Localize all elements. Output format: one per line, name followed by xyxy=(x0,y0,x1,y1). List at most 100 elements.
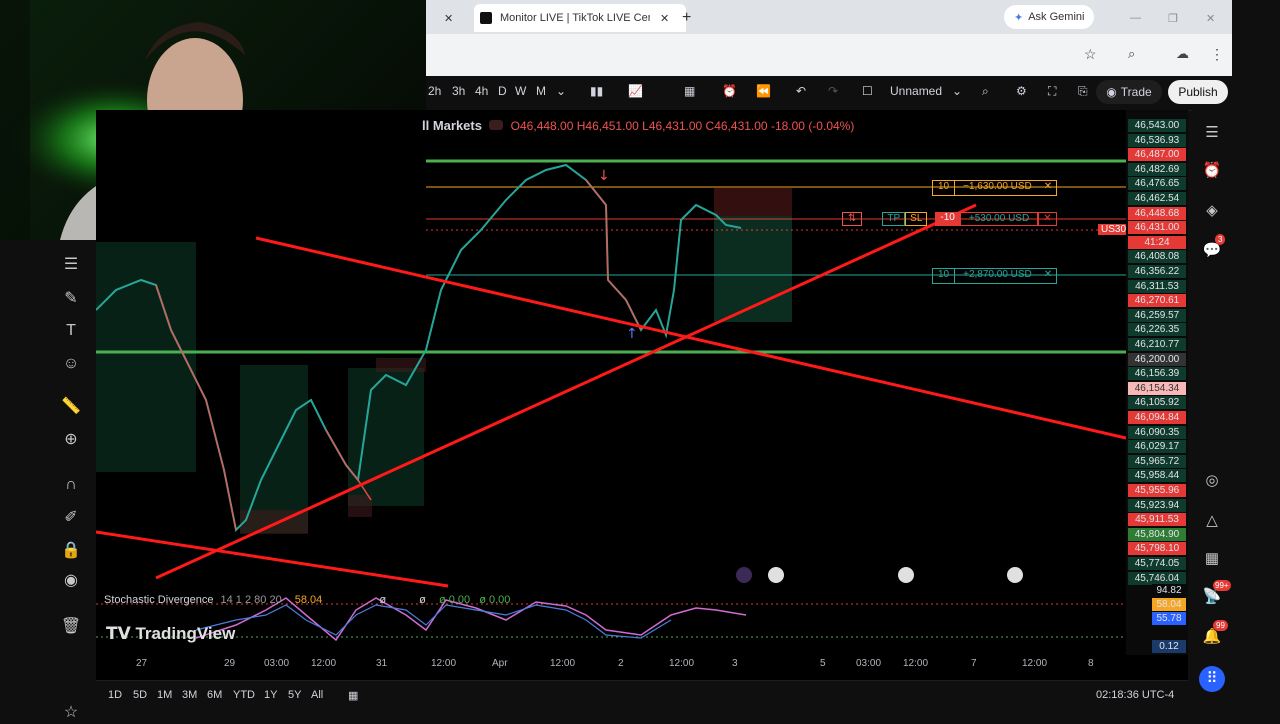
candles-icon[interactable]: ▮▮ xyxy=(590,84,603,98)
trade-button[interactable]: ◉ Trade xyxy=(1096,80,1162,104)
interval-4h[interactable]: 4h xyxy=(475,84,488,98)
search-icon[interactable]: ⌕ xyxy=(982,84,989,99)
layers-icon[interactable]: ◈ xyxy=(1201,200,1223,222)
oscillator-label: 94.82 xyxy=(1152,584,1186,597)
entry-order-label[interactable]: ⇅ TP SL -10 +530.00 USD ✕ xyxy=(842,212,1057,226)
browser-tab-bar: ✕ Monitor LIVE | TikTok LIVE Cent ✕ + ✦ … xyxy=(426,0,1232,34)
price-chart[interactable]: ↓ ↑ ll Markets O46,448.00 H46,451.00 L46… xyxy=(95,110,1188,684)
range-5d[interactable]: 5D xyxy=(133,689,147,701)
stop-pnl: −1,630.00 USD xyxy=(963,181,1032,192)
page-search-icon[interactable]: ⌕ xyxy=(1128,46,1135,62)
indicator-value-3: ø xyxy=(419,594,426,606)
price-label: 46,487.00 xyxy=(1128,148,1186,162)
price-label: 45,798.10 xyxy=(1128,542,1186,556)
range-ytd[interactable]: YTD xyxy=(233,689,255,701)
interval-w[interactable]: W xyxy=(515,84,526,98)
maximize-icon[interactable]: ❐ xyxy=(1168,4,1178,32)
zoom-in-icon[interactable]: ⊕ xyxy=(60,429,82,451)
reverse-icon[interactable]: ⇅ xyxy=(842,212,863,226)
time-tick: 03:00 xyxy=(264,658,290,669)
lock-icon[interactable]: 🔒 xyxy=(60,540,82,562)
browser-tab-active[interactable]: Monitor LIVE | TikTok LIVE Cent ✕ xyxy=(474,4,686,32)
chevron-down-icon[interactable]: ⌄ xyxy=(556,84,566,98)
close-tab-icon[interactable]: ✕ xyxy=(444,4,453,32)
interval-d[interactable]: D xyxy=(498,84,507,98)
price-label: 45,746.04 xyxy=(1128,571,1186,585)
price-label: 41:24 xyxy=(1128,235,1186,249)
ask-gemini-button[interactable]: ✦ Ask Gemini xyxy=(1004,5,1095,29)
sl-button[interactable]: SL xyxy=(905,212,928,226)
replay-icon[interactable]: ⏪ xyxy=(756,84,771,98)
symbol-name[interactable]: ll Markets xyxy=(422,118,482,133)
minimize-icon[interactable]: — xyxy=(1130,4,1141,32)
gear-icon[interactable]: ⚙ xyxy=(1016,84,1027,98)
redo-icon[interactable]: ↷ xyxy=(828,84,838,98)
brush-tool-icon[interactable]: ✎ xyxy=(60,288,82,310)
range-1y[interactable]: 1Y xyxy=(264,689,277,701)
time-tick: 12:00 xyxy=(1022,658,1048,669)
emoji-tool-icon[interactable]: ☺ xyxy=(60,353,82,375)
menu-kebab-icon[interactable]: ⋮ xyxy=(1210,46,1224,63)
indicator-name[interactable]: Stochastic Divergence xyxy=(104,594,213,606)
stay-drawing-icon[interactable]: ✐ xyxy=(60,507,82,529)
star-icon[interactable]: ☆ xyxy=(60,702,82,724)
eye-icon[interactable]: ◉ xyxy=(60,570,82,592)
profile-icon[interactable]: ☁ xyxy=(1176,46,1189,62)
magnet-icon[interactable]: ∩ xyxy=(60,474,82,496)
apps-grid-icon[interactable]: ⠿ xyxy=(1199,666,1225,692)
target-icon[interactable]: ◎ xyxy=(1201,470,1223,492)
snapshot-icon[interactable]: ⎘ xyxy=(1078,84,1088,99)
close-window-icon[interactable]: ✕ xyxy=(1206,4,1215,32)
close-tab-icon[interactable]: ✕ xyxy=(660,12,669,25)
range-6m[interactable]: 6M xyxy=(207,689,222,701)
price-label: 46,476.65 xyxy=(1128,177,1186,191)
close-icon[interactable]: ✕ xyxy=(1038,212,1057,226)
close-icon[interactable]: ✕ xyxy=(1040,181,1056,195)
undo-icon[interactable]: ↶ xyxy=(796,84,806,98)
layout-name[interactable]: Unnamed xyxy=(890,84,942,98)
close-icon[interactable]: ✕ xyxy=(1040,269,1056,283)
range-5y[interactable]: 5Y xyxy=(288,689,301,701)
target-order-label[interactable]: 10 +2,870.00 USD ✕ xyxy=(932,268,1058,284)
tp-button[interactable]: TP xyxy=(882,212,906,226)
range-all[interactable]: All xyxy=(311,689,323,701)
watchlist-icon[interactable]: ☰ xyxy=(1201,122,1223,144)
date-range-icon[interactable]: ▦ xyxy=(348,689,358,702)
interval-3h[interactable]: 3h xyxy=(452,84,465,98)
gemini-icon: ✦ xyxy=(1014,11,1024,24)
interval-m[interactable]: M xyxy=(536,84,546,98)
price-label: 46,270.61 xyxy=(1128,294,1186,308)
price-label: 46,431.00 xyxy=(1128,221,1186,235)
streams-icon[interactable]: 📡 99+ xyxy=(1201,580,1231,608)
range-1d[interactable]: 1D xyxy=(108,689,122,701)
ideas-icon[interactable]: △ xyxy=(1201,510,1223,532)
new-tab-button[interactable]: + xyxy=(682,4,691,32)
fullscreen-icon[interactable]: ⛶ xyxy=(1048,84,1056,99)
clock[interactable]: 02:18:36 UTC-4 xyxy=(1096,689,1174,701)
calendar-icon[interactable]: ▦ xyxy=(1201,548,1223,570)
time-axis[interactable]: 27 29 03:00 12:00 31 12:00 Apr 12:00 2 1… xyxy=(96,658,1126,674)
range-1m[interactable]: 1M xyxy=(157,689,172,701)
bookmark-star-icon[interactable]: ☆ xyxy=(1084,46,1097,63)
alert-icon[interactable]: ⏰ xyxy=(722,84,737,98)
interval-2h[interactable]: 2h xyxy=(428,84,441,98)
ruler-tool-icon[interactable]: 📏 xyxy=(60,396,82,418)
chevron-down-icon[interactable]: ⌄ xyxy=(952,84,962,98)
layout-checkbox-icon[interactable]: ☐ xyxy=(862,84,873,98)
alarm-icon[interactable]: ⏰ xyxy=(1201,160,1223,182)
time-tick: 12:00 xyxy=(311,658,337,669)
publish-button[interactable]: Publish xyxy=(1168,80,1228,104)
range-3m[interactable]: 3M xyxy=(182,689,197,701)
lines-tool-icon[interactable]: ☰ xyxy=(60,254,82,276)
text-tool-icon[interactable]: T xyxy=(60,320,82,342)
layouts-icon[interactable]: ▦ xyxy=(684,84,695,98)
price-label: 46,543.00 xyxy=(1128,119,1186,132)
address-bar[interactable]: ☆ ⌕ ☁ ⋮ xyxy=(426,34,1232,76)
stop-order-label[interactable]: 10 −1,630.00 USD ✕ xyxy=(932,180,1058,196)
bell-icon[interactable]: 🔔 99 xyxy=(1201,620,1228,648)
price-scale[interactable]: 46,543.00 46,536.93 46,487.00 46,482.69 46,4… xyxy=(1126,110,1188,655)
trash-icon[interactable]: 🗑 xyxy=(60,616,82,638)
chat-icon[interactable]: 💬 3 xyxy=(1201,234,1226,262)
time-tick: 5 xyxy=(820,658,826,669)
indicators-icon[interactable]: 📈 xyxy=(628,84,643,98)
